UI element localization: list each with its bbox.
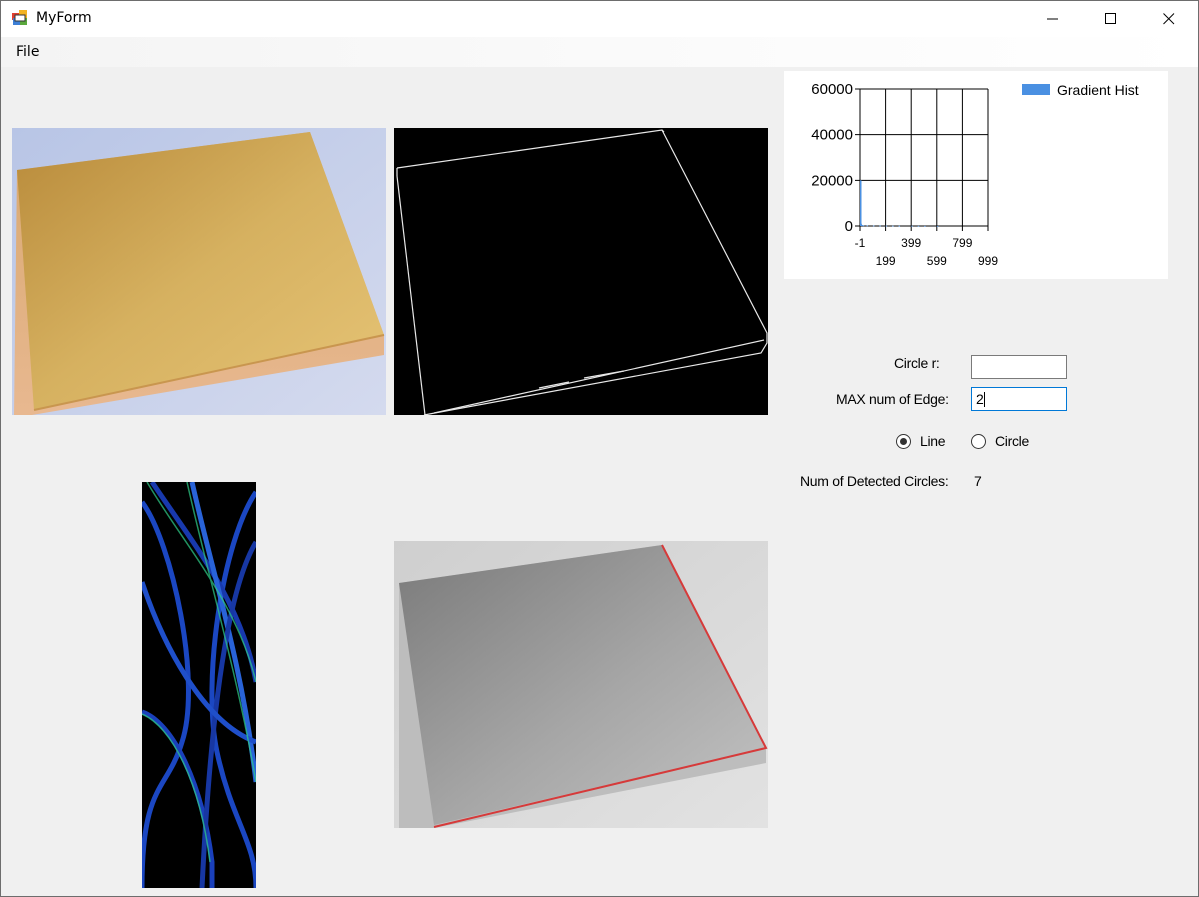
- menu-bar: File: [1, 37, 1198, 67]
- max-edge-label: MAX num of Edge:: [836, 391, 949, 407]
- x-tick-label: 399: [901, 236, 921, 250]
- max-edge-input[interactable]: 2: [971, 387, 1067, 411]
- maximize-icon: [1105, 13, 1116, 24]
- histogram-bar: [862, 225, 865, 227]
- x-tick-label: 999: [978, 254, 998, 268]
- title-bar[interactable]: MyForm: [1, 1, 1198, 37]
- y-tick-label: 20000: [811, 172, 853, 189]
- gradient-histogram-svg: 0 20000 40000 60000 -1 399 799 199 599 999 Gradien…: [811, 81, 1139, 268]
- radio-line-indicator: [896, 434, 911, 449]
- result-image: [394, 541, 768, 828]
- edge-image: [394, 128, 768, 415]
- circle-r-input[interactable]: [971, 355, 1067, 379]
- histogram-bar: [924, 225, 926, 227]
- window-title: MyForm: [36, 10, 92, 26]
- histogram-bar: [879, 225, 881, 227]
- minimize-icon: [1047, 18, 1058, 20]
- app-form-icon: [12, 10, 27, 25]
- radio-selected-dot: [900, 438, 907, 445]
- radio-circle-indicator: [971, 434, 986, 449]
- close-button[interactable]: [1140, 1, 1198, 37]
- detected-circles-label: Num of Detected Circles:: [800, 473, 949, 489]
- histogram-bar: [861, 225, 863, 226]
- hough-accumulator-image: [142, 482, 256, 888]
- original-image: [12, 128, 386, 415]
- main-window: MyForm File 0 20000 40000 60000 -1 399 7…: [0, 0, 1199, 897]
- histogram-bar: [866, 225, 869, 227]
- histogram-bar: [860, 180, 862, 226]
- radio-circle[interactable]: Circle: [971, 433, 1041, 453]
- x-tick-label: -1: [855, 236, 866, 250]
- close-icon: [1163, 13, 1175, 25]
- x-tick-label: 599: [927, 254, 947, 268]
- gradient-histogram-chart: 0 20000 40000 60000 -1 399 799 199 599 999 Gradien…: [784, 71, 1168, 279]
- histogram-bar: [917, 225, 920, 227]
- x-tick-label: 199: [876, 254, 896, 268]
- legend-label: Gradient Hist: [1057, 82, 1139, 98]
- radio-line[interactable]: Line: [896, 433, 956, 453]
- histogram-bar: [872, 225, 875, 227]
- detected-circles-value: 7: [974, 473, 982, 489]
- max-edge-value: 2: [976, 391, 984, 407]
- minimize-button[interactable]: [1024, 1, 1082, 37]
- histogram-bar: [885, 225, 888, 227]
- histogram-bar: [911, 225, 913, 227]
- x-tick-label: 799: [952, 236, 972, 250]
- y-tick-label: 60000: [811, 81, 853, 98]
- maximize-button[interactable]: [1082, 1, 1140, 37]
- text-caret: [983, 392, 985, 407]
- histogram-bar: [936, 225, 939, 227]
- legend-swatch: [1022, 84, 1050, 95]
- circle-r-label: Circle r:: [894, 355, 940, 371]
- radio-circle-label: Circle: [995, 433, 1029, 449]
- y-tick-label: 0: [845, 218, 853, 235]
- histogram-bar: [892, 225, 894, 227]
- y-tick-label: 40000: [811, 127, 853, 144]
- histogram-bar: [898, 225, 901, 227]
- radio-line-label: Line: [920, 433, 946, 449]
- menu-file[interactable]: File: [10, 42, 45, 62]
